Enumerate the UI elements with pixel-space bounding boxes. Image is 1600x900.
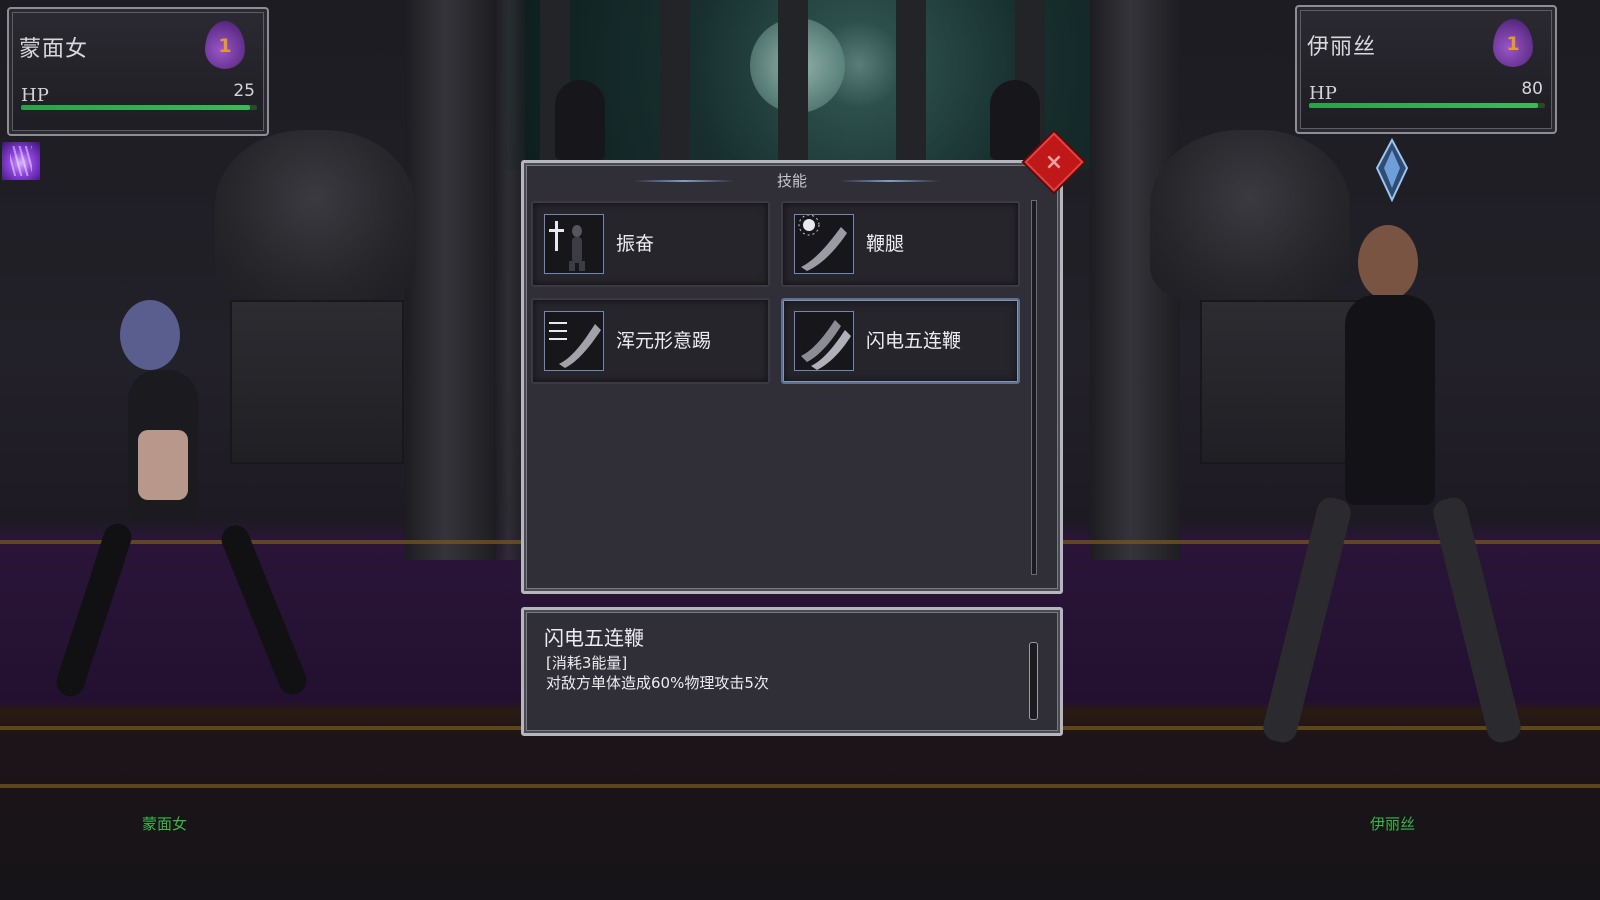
skill-effect: 对敌方单体造成60%物理攻击5次 <box>546 674 769 692</box>
left-hp-fill <box>21 105 250 110</box>
purple-burst-icon[interactable] <box>2 142 40 180</box>
gargoyle-statue <box>215 130 415 300</box>
right-fighter-status-panel: 伊丽丝 1 HP 80 <box>1295 5 1557 134</box>
hooded-statue <box>555 80 605 160</box>
skill-card-rally[interactable]: 振奋 <box>531 201 770 287</box>
left-hp-bar <box>21 105 257 110</box>
skill-label: 浑元形意踢 <box>616 330 712 352</box>
skill-label: 闪电五连鞭 <box>866 330 962 352</box>
left-fighter-name: 蒙面女 <box>19 37 89 62</box>
skill-label: 振奋 <box>616 233 655 255</box>
skill-card-flurry-kick[interactable]: 浑元形意踢 <box>531 298 770 384</box>
skill-description-title: 闪电五连鞭 <box>544 626 644 650</box>
skill-cost: [消耗3能量] <box>546 654 628 672</box>
description-scrollbar[interactable] <box>1029 642 1038 720</box>
left-hp-value: 25 <box>233 81 255 101</box>
skill-description-panel: 闪电五连鞭 [消耗3能量] 对敌方单体造成60%物理攻击5次 <box>521 607 1063 736</box>
whip-kick-icon <box>794 214 854 274</box>
skill-label: 鞭腿 <box>866 233 905 255</box>
right-fighter-character[interactable] <box>1250 225 1550 755</box>
right-hp-value: 80 <box>1521 79 1543 99</box>
left-fighter-character[interactable] <box>52 300 320 710</box>
right-energy-count: 1 <box>1506 33 1520 55</box>
skills-scrollbar[interactable] <box>1030 190 1037 585</box>
skills-window-title: 技能 <box>776 172 807 190</box>
energy-orb-icon: 1 <box>205 21 245 69</box>
left-fighter-status-panel: 蒙面女 1 HP 25 <box>7 7 269 136</box>
left-energy-count: 1 <box>218 35 232 57</box>
hp-label: HP <box>1309 83 1337 104</box>
right-fighter-name: 伊丽丝 <box>1307 35 1377 60</box>
rally-figure-icon <box>544 214 604 274</box>
blue-crystal-icon[interactable] <box>1375 138 1409 202</box>
left-fighter-floor-label: 蒙面女 <box>142 815 188 833</box>
lightning-kick-icon <box>794 311 854 371</box>
skill-card-lightning-kick[interactable]: 闪电五连鞭 <box>781 298 1020 384</box>
hooded-statue <box>990 80 1040 160</box>
right-hp-bar <box>1309 103 1545 108</box>
hp-label: HP <box>21 85 49 106</box>
right-fighter-floor-label: 伊丽丝 <box>1370 815 1416 833</box>
right-hp-fill <box>1309 103 1538 108</box>
flurry-kick-icon <box>544 311 604 371</box>
skills-window: 技能 振奋 鞭腿 浑元形意踢 闪电五连鞭 <box>521 160 1063 594</box>
skill-card-whip-kick[interactable]: 鞭腿 <box>781 201 1020 287</box>
energy-orb-icon: 1 <box>1493 19 1533 67</box>
